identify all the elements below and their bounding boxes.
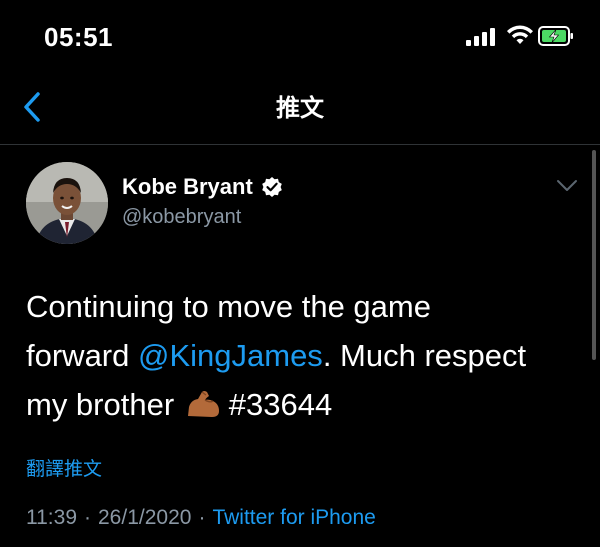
tweet-text-segment: my brother <box>26 387 175 422</box>
flexed-biceps-icon <box>187 391 219 417</box>
chevron-down-icon[interactable] <box>556 178 578 194</box>
page-title: 推文 <box>276 94 324 122</box>
author-name-row[interactable]: Kobe Bryant <box>122 172 283 202</box>
wifi-icon <box>507 25 533 44</box>
tweet-text: Continuing to move the game forward @Kin… <box>26 282 586 429</box>
tweet-line-2: forward @KingJames. Much respect <box>26 331 586 380</box>
tweet-text-segment: forward <box>26 338 138 373</box>
author-handle: @kobebryant <box>122 206 242 228</box>
author-name: Kobe Bryant <box>122 174 253 199</box>
tweet-meta: 11:39 · 26/1/2020 · Twitter for iPhone <box>26 506 376 530</box>
tweet-line-3: my brother #33644 <box>26 380 586 429</box>
battery-charging-icon <box>538 26 573 46</box>
cellular-signal-icon <box>466 28 500 46</box>
meta-separator: · <box>84 506 91 529</box>
mention-link[interactable]: @KingJames <box>138 338 323 373</box>
tweet-time: 11:39 <box>26 506 77 529</box>
scrollbar[interactable] <box>592 150 596 360</box>
translate-tweet-link[interactable]: 翻譯推文 <box>26 454 102 481</box>
tweet-date: 26/1/2020 <box>98 506 192 529</box>
meta-separator: · <box>198 506 206 529</box>
tweet-line-1: Continuing to move the game <box>26 289 431 324</box>
status-time: 05:51 <box>44 22 113 52</box>
navigation-bar: 推文 <box>0 70 600 145</box>
hashtag-link[interactable]: #33644 <box>229 387 332 422</box>
status-bar: 05:51 <box>0 0 600 70</box>
tweet-text-segment: . Much respect <box>322 338 527 373</box>
tweet-source-link[interactable]: Twitter for iPhone <box>212 506 375 529</box>
verified-badge-icon <box>261 177 282 197</box>
avatar[interactable] <box>26 162 108 244</box>
